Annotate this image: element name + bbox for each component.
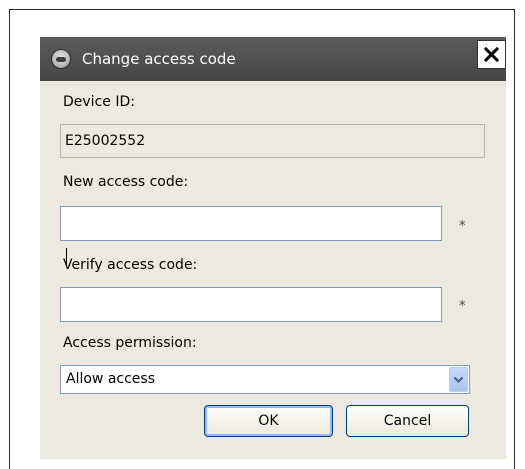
new-access-code-label: New access code: (63, 174, 189, 190)
cancel-button[interactable]: Cancel (346, 405, 469, 437)
device-id-label: Device ID: (63, 94, 135, 110)
access-permission-label: Access permission: (63, 335, 197, 351)
close-button[interactable] (477, 40, 506, 69)
verify-access-code-required-mark: * (459, 299, 466, 314)
new-access-code-required-mark: * (459, 219, 466, 234)
new-access-code-input[interactable] (60, 206, 442, 241)
access-permission-select[interactable]: Allow access (60, 365, 470, 394)
device-id-field: E25002552 (60, 124, 485, 158)
verify-access-code-label: Verify access code: (63, 257, 198, 273)
change-access-code-dialog: Change access code Device ID: E25002552 … (40, 37, 506, 459)
chevron-down-icon (453, 376, 464, 383)
title-bar: Change access code (40, 37, 506, 81)
ok-button[interactable]: OK (204, 405, 333, 437)
app-icon (51, 49, 71, 69)
access-permission-value: Allow access (66, 371, 155, 387)
verify-access-code-input[interactable] (60, 287, 442, 322)
dropdown-button[interactable] (449, 367, 468, 392)
dialog-title: Change access code (82, 50, 236, 68)
close-icon (484, 47, 499, 62)
